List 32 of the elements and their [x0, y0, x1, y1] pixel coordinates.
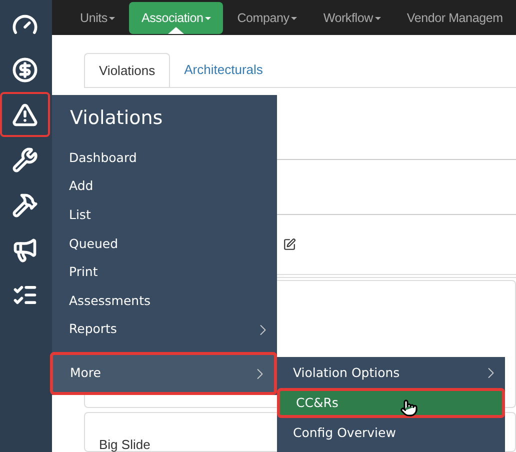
nav-item[interactable]: Workflow	[311, 2, 393, 34]
caret-icon	[205, 16, 212, 20]
menu-item[interactable]: CC&Rs	[277, 388, 505, 418]
menu-item[interactable]: More	[50, 352, 277, 395]
menu-item[interactable]: Reports	[52, 316, 277, 344]
dollar-icon	[12, 56, 38, 82]
tab[interactable]: Architecturals	[170, 53, 277, 87]
hand-cursor-icon	[400, 399, 418, 417]
nav-item[interactable]: Units	[68, 2, 128, 34]
caret-icon	[109, 16, 116, 20]
sidebar-item[interactable]	[0, 92, 50, 137]
card-title: Big Slide	[99, 438, 150, 451]
menu-item[interactable]: Assessments	[52, 286, 277, 316]
menu-item[interactable]: List	[52, 201, 277, 230]
menu-item[interactable]: Queued	[52, 230, 277, 258]
menu-item[interactable]: Config Overview	[277, 418, 505, 448]
menu-title: Violations	[69, 106, 164, 131]
caret-icon	[374, 16, 381, 20]
nav-item[interactable]: Vendor Managem	[394, 2, 503, 34]
warning-icon	[12, 102, 38, 128]
tab[interactable]: Violations	[84, 53, 170, 87]
edit-icon[interactable]	[283, 238, 296, 251]
menu-item[interactable]: Dashboard	[52, 144, 277, 172]
caret-icon	[291, 16, 298, 20]
hammer-icon	[12, 192, 38, 218]
menu-item[interactable]: Add	[52, 172, 277, 201]
wrench-icon	[12, 146, 38, 172]
menu-item[interactable]: Print	[52, 258, 277, 287]
nav-item[interactable]: Company	[225, 2, 310, 34]
pointer-arrow-icon	[168, 27, 184, 34]
menu-item[interactable]: Violation Options	[277, 358, 505, 388]
megaphone-icon	[12, 236, 38, 262]
